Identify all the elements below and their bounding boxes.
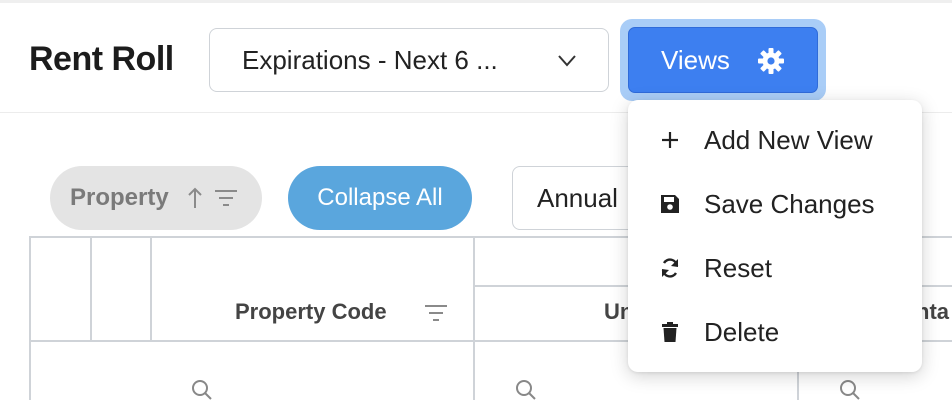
- menu-item-label: Reset: [704, 252, 772, 283]
- column-filter-icon[interactable]: [424, 304, 448, 322]
- menu-item-delete[interactable]: Delete: [628, 300, 922, 364]
- top-divider: [0, 0, 952, 3]
- table-left-border: [29, 236, 31, 400]
- column-divider: [90, 236, 92, 340]
- view-select-dropdown[interactable]: Expirations - Next 6 ...: [209, 28, 609, 92]
- views-button[interactable]: Views: [628, 27, 818, 93]
- column-header-property-code[interactable]: Property Code: [235, 299, 387, 325]
- view-select-value: Expirations - Next 6 ...: [242, 44, 498, 75]
- search-icon[interactable]: [838, 378, 862, 400]
- save-icon: [661, 195, 679, 213]
- trash-icon: [662, 322, 678, 342]
- chevron-down-icon: [558, 55, 576, 67]
- column-divider: [473, 236, 475, 400]
- search-icon[interactable]: [190, 378, 214, 400]
- menu-item-save-changes[interactable]: Save Changes: [628, 172, 922, 236]
- search-icon[interactable]: [514, 378, 538, 400]
- refresh-icon: [661, 258, 679, 278]
- menu-item-label: Add New View: [704, 124, 873, 155]
- collapse-all-button[interactable]: Collapse All: [288, 166, 472, 230]
- page-title: Rent Roll: [29, 40, 174, 78]
- menu-item-label: Save Changes: [704, 188, 875, 219]
- menu-item-reset[interactable]: Reset: [628, 236, 922, 300]
- views-button-label: Views: [661, 44, 730, 75]
- plus-icon: [662, 132, 678, 148]
- menu-item-add-new-view[interactable]: Add New View: [628, 108, 922, 172]
- app-root: Rent Roll Expirations - Next 6 ... Views: [0, 0, 952, 400]
- collapse-all-label: Collapse All: [317, 184, 443, 211]
- annual-select-value: Annual: [537, 182, 618, 213]
- column-divider: [150, 236, 152, 340]
- property-sort-pill[interactable]: Property: [50, 166, 262, 230]
- sort-ascending-icon: [188, 187, 202, 208]
- menu-item-label: Delete: [704, 316, 780, 347]
- gear-icon: [758, 48, 784, 74]
- views-dropdown-menu: Add New View Save Changes Reset Delete: [628, 100, 922, 372]
- filter-icon[interactable]: [214, 188, 238, 208]
- property-pill-label: Property: [70, 184, 169, 211]
